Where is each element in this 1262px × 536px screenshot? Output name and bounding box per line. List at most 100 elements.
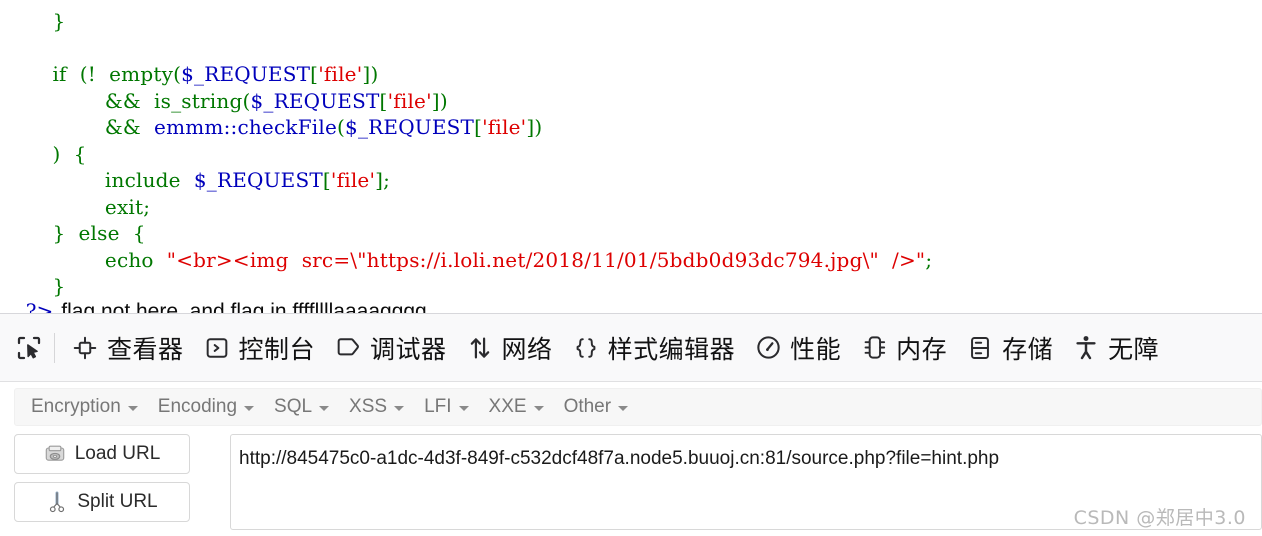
tab-memory[interactable]: 内存 (850, 323, 956, 373)
code-token: $_REQUEST (193, 168, 323, 192)
menu-xxe-label: XXE (488, 396, 527, 417)
chevron-down-icon (319, 406, 330, 411)
code-line: && is_string($_REQUEST['file']) (0, 88, 932, 115)
menu-other[interactable]: Other (554, 391, 639, 423)
code-token: exit; (0, 194, 151, 219)
element-picker-icon (14, 333, 44, 363)
menu-encoding-label: Encoding (157, 396, 238, 417)
hackbar-menubar: Encryption Encoding SQL XSS LFI XXE Othe… (14, 388, 1262, 426)
performance-gauge-icon (753, 333, 783, 363)
tab-inspector-label: 查看器 (107, 334, 184, 364)
chevron-down-icon (618, 406, 629, 411)
php-close-tag: ?> (25, 299, 54, 313)
chevron-down-icon (394, 406, 405, 411)
menu-sql[interactable]: SQL (264, 391, 339, 423)
url-input[interactable] (231, 435, 1261, 529)
php-output-line: ?> flag not here, and flag in ffffllllaaa… (8, 281, 427, 313)
tab-network[interactable]: 网络 (456, 323, 562, 373)
tab-style-editor[interactable]: 样式编辑器 (562, 323, 745, 373)
code-token: } else { (0, 221, 146, 245)
code-token: && is_string (0, 88, 243, 113)
php-source-code: } if (! empty($_REQUEST['file']) && is_s… (0, 8, 932, 300)
chevron-down-icon (244, 406, 255, 411)
code-token: 'file' (482, 115, 527, 139)
tab-accessibility[interactable]: 无障 (1062, 323, 1168, 373)
code-token: ) (439, 88, 448, 113)
code-line: && emmm::checkFile($_REQUEST['file']) (0, 114, 932, 141)
toolbar-divider (54, 332, 55, 363)
tab-console[interactable]: 控制台 (193, 323, 325, 373)
load-url-label: Load URL (74, 443, 161, 464)
tab-memory-label: 内存 (896, 334, 948, 364)
code-token: } (0, 9, 66, 33)
code-token: emmm::checkFile (154, 115, 337, 139)
browser-page-content: } if (! empty($_REQUEST['file']) && is_s… (0, 0, 1262, 313)
code-token: 'file' (330, 168, 376, 192)
network-arrows-icon (465, 333, 495, 363)
tab-inspector[interactable]: 查看器 (61, 323, 193, 373)
disk-drive-icon (44, 443, 66, 465)
element-picker-button[interactable] (6, 325, 52, 371)
chevron-down-icon (533, 406, 544, 411)
code-token: [ (310, 62, 319, 86)
scissors-icon (46, 491, 68, 513)
hackbar-action-buttons: Load URL Split URL (14, 434, 190, 530)
style-editor-icon (571, 333, 601, 363)
code-line: } else { (0, 220, 932, 247)
chevron-down-icon (458, 406, 469, 411)
console-icon (202, 333, 232, 363)
load-url-button[interactable]: Load URL (14, 434, 190, 474)
code-token: $_REQUEST (181, 62, 311, 86)
code-line: } (0, 8, 932, 35)
code-token: if (! empty (0, 62, 174, 86)
code-token: ] (431, 88, 440, 113)
menu-encoding[interactable]: Encoding (148, 391, 264, 423)
menu-other-label: Other (563, 396, 612, 417)
code-token: "<br><img src=\"https://i.loli.net/2018/… (166, 247, 926, 272)
debugger-icon (333, 333, 363, 363)
code-token: ( (337, 115, 346, 139)
url-input-container[interactable] (230, 434, 1262, 530)
code-line: exit; (0, 194, 932, 221)
code-token: 'file' (318, 62, 363, 86)
devtools-toolbar: 查看器 控制台 调试器 网络 样式编辑器 性能 内存 存储 无障 (0, 313, 1262, 382)
menu-xss-label: XSS (349, 396, 388, 417)
accessibility-icon (1071, 333, 1101, 363)
menu-encryption-label: Encryption (31, 396, 121, 417)
tab-style-editor-label: 样式编辑器 (607, 334, 736, 364)
menu-xxe[interactable]: XXE (479, 391, 554, 423)
code-token: [ (322, 168, 331, 192)
menu-sql-label: SQL (274, 396, 313, 417)
menu-encryption[interactable]: Encryption (21, 391, 148, 423)
tab-performance[interactable]: 性能 (744, 323, 850, 373)
memory-icon (859, 333, 889, 363)
code-token: include (0, 168, 194, 192)
menu-lfi[interactable]: LFI (414, 391, 478, 423)
code-token: ) (370, 62, 379, 86)
split-url-label: Split URL (77, 491, 158, 512)
tab-debugger[interactable]: 调试器 (324, 323, 456, 373)
inspector-icon (70, 333, 100, 363)
tab-network-label: 网络 (501, 334, 553, 364)
tab-accessibility-label: 无障 (1108, 334, 1160, 364)
code-token: echo (0, 247, 167, 272)
tab-storage[interactable]: 存储 (956, 323, 1062, 373)
code-token: $_REQUEST (345, 115, 475, 139)
storage-icon (965, 333, 995, 363)
menu-lfi-label: LFI (424, 396, 452, 417)
code-token: ; (925, 247, 933, 272)
menu-xss[interactable]: XSS (339, 391, 414, 423)
code-line: echo "<br><img src=\"https://i.loli.net/… (0, 247, 932, 274)
code-line: include $_REQUEST['file']; (0, 167, 932, 194)
split-url-button[interactable]: Split URL (14, 482, 190, 522)
tab-console-label: 控制台 (238, 334, 316, 364)
code-token: ) (534, 115, 543, 139)
code-token: ( (173, 62, 182, 86)
code-line: ) { (0, 141, 932, 168)
code-line: if (! empty($_REQUEST['file']) (0, 61, 932, 88)
code-token: ; (383, 168, 391, 192)
tab-debugger-label: 调试器 (370, 334, 447, 364)
tab-performance-label: 性能 (790, 334, 842, 364)
hackbar-body: Load URL Split URL CSDN @郑居中3.0 (0, 434, 1262, 536)
